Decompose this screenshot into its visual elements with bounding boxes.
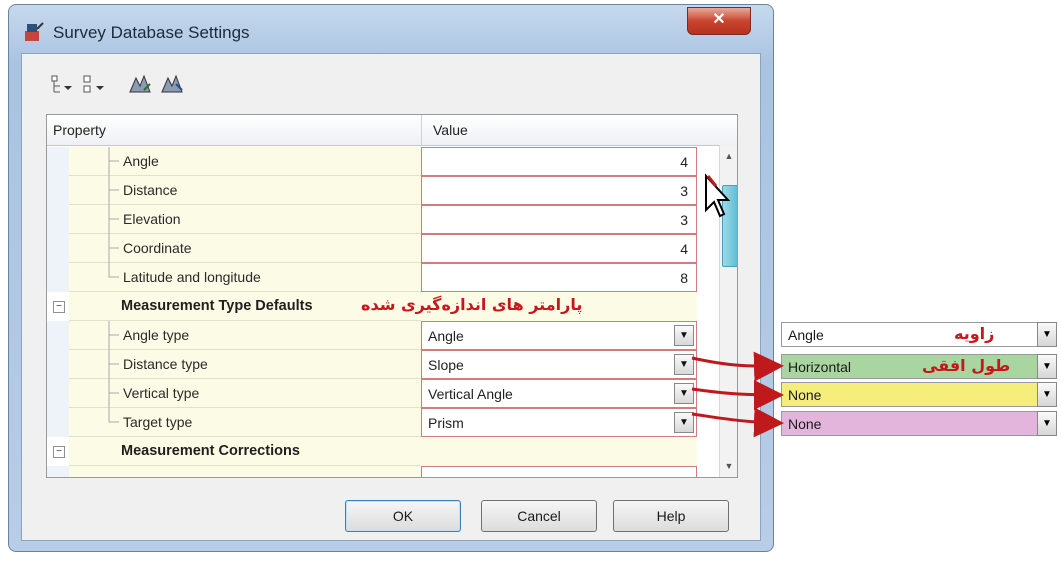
import-settings-icon[interactable]: [126, 72, 156, 98]
callout-value: None: [788, 416, 822, 432]
mouse-cursor-icon: [705, 173, 731, 218]
angle-type-select[interactable]: Angle ▼: [421, 321, 697, 350]
scroll-down-icon[interactable]: ▼: [722, 459, 736, 473]
value-text: 4: [680, 154, 688, 170]
value-cell[interactable]: 4: [421, 147, 697, 176]
property-label: Angle type: [123, 327, 190, 343]
survey-database-settings-dialog: Survey Database Settings ✕ Property Valu…: [8, 4, 774, 552]
farsi-annotation-measured-parameters: پارامتر های اندازه‌گیری شده: [361, 295, 583, 314]
dropdown-arrow-icon: ▼: [1037, 411, 1057, 436]
close-button[interactable]: ✕: [687, 7, 751, 35]
value-cell[interactable]: 4: [421, 234, 697, 263]
dropdown-arrow-icon: ▼: [1037, 382, 1057, 407]
target-type-select[interactable]: Prism ▼: [421, 408, 697, 437]
property-label: Target type: [123, 414, 193, 430]
property-label: Angle: [123, 153, 159, 169]
cancel-button[interactable]: Cancel: [481, 500, 597, 532]
value-cell[interactable]: 3: [421, 205, 697, 234]
window-title: Survey Database Settings: [53, 23, 250, 42]
collapse-toggle-icon[interactable]: −: [53, 301, 65, 313]
property-label: Elevation: [123, 211, 181, 227]
property-row-distance-type[interactable]: Distance type Slope ▼: [47, 350, 697, 379]
property-row-angle[interactable]: Angle 4: [47, 147, 697, 176]
dropdown-arrow-icon: ▼: [1037, 354, 1057, 379]
value-cell[interactable]: 3: [421, 176, 697, 205]
ok-button[interactable]: OK: [345, 500, 461, 532]
farsi-note-horizontal-length: طول افقی: [922, 356, 1011, 375]
selected-value: Vertical Angle: [428, 386, 513, 402]
survey-app-icon: [25, 22, 44, 41]
value-text: 3: [680, 212, 688, 228]
property-row-partial[interactable]: [47, 466, 697, 477]
property-row-target-type[interactable]: Target type Prism ▼: [47, 408, 697, 437]
category-measurement-type-defaults[interactable]: − Measurement Type Defaults پارامتر های …: [47, 292, 697, 321]
property-label: Vertical type: [123, 385, 200, 401]
property-row-elevation[interactable]: Elevation 3: [47, 205, 697, 234]
toolbar: [22, 54, 760, 116]
property-label: Distance type: [123, 356, 208, 372]
property-label: Distance: [123, 182, 178, 198]
category-label: Measurement Type Defaults: [121, 298, 313, 314]
dialog-client-area: Property Value Angle 4 Distance 3 Elevat…: [21, 53, 761, 541]
export-settings-icon[interactable]: [158, 72, 188, 98]
expand-all-icon[interactable]: [48, 72, 78, 98]
callout-value: Horizontal: [788, 359, 852, 375]
callout-target-type: None ▼: [781, 411, 1057, 436]
value-cell[interactable]: 8: [421, 263, 697, 292]
value-column-header[interactable]: Value: [433, 122, 468, 138]
property-row-latitude-longitude[interactable]: Latitude and longitude 8: [47, 263, 697, 292]
property-grid: Property Value Angle 4 Distance 3 Elevat…: [46, 114, 738, 478]
property-row-angle-type[interactable]: Angle type Angle ▼: [47, 321, 697, 350]
callout-distance-type: Horizontal طول افقی ▼: [781, 354, 1057, 379]
help-button[interactable]: Help: [613, 500, 729, 532]
selected-value: Prism: [428, 415, 464, 431]
collapse-all-icon[interactable]: [80, 72, 110, 98]
callout-angle-type: Angle زاویه ▼: [781, 322, 1057, 347]
dropdown-arrow-icon[interactable]: ▼: [674, 325, 694, 346]
value-text: 8: [680, 270, 688, 286]
callout-value: Angle: [788, 327, 824, 343]
category-measurement-corrections[interactable]: − Measurement Corrections: [47, 437, 697, 466]
vertical-type-select[interactable]: Vertical Angle ▼: [421, 379, 697, 408]
scroll-up-icon[interactable]: ▲: [722, 149, 736, 163]
dropdown-arrow-icon: ▼: [1037, 322, 1057, 347]
collapse-toggle-icon[interactable]: −: [53, 446, 65, 458]
callout-value: None: [788, 387, 822, 403]
grid-header: Property Value: [47, 115, 737, 146]
title-bar[interactable]: Survey Database Settings ✕: [9, 5, 773, 53]
dropdown-arrow-icon[interactable]: ▼: [674, 354, 694, 375]
property-column-header[interactable]: Property: [53, 122, 106, 138]
distance-type-select[interactable]: Slope ▼: [421, 350, 697, 379]
selected-value: Slope: [428, 357, 464, 373]
category-label: Measurement Corrections: [121, 443, 300, 459]
property-row-vertical-type[interactable]: Vertical type Vertical Angle ▼: [47, 379, 697, 408]
dropdown-arrow-icon[interactable]: ▼: [674, 412, 694, 433]
callout-vertical-type: None ▼: [781, 382, 1057, 407]
selected-value: Angle: [428, 328, 464, 344]
value-text: 4: [680, 241, 688, 257]
property-row-coordinate[interactable]: Coordinate 4: [47, 234, 697, 263]
dropdown-arrow-icon[interactable]: ▼: [674, 383, 694, 404]
value-text: 3: [680, 183, 688, 199]
farsi-note-angle: زاویه: [954, 324, 995, 343]
property-label: Latitude and longitude: [123, 269, 261, 285]
property-row-distance[interactable]: Distance 3: [47, 176, 697, 205]
property-label: Coordinate: [123, 240, 192, 256]
